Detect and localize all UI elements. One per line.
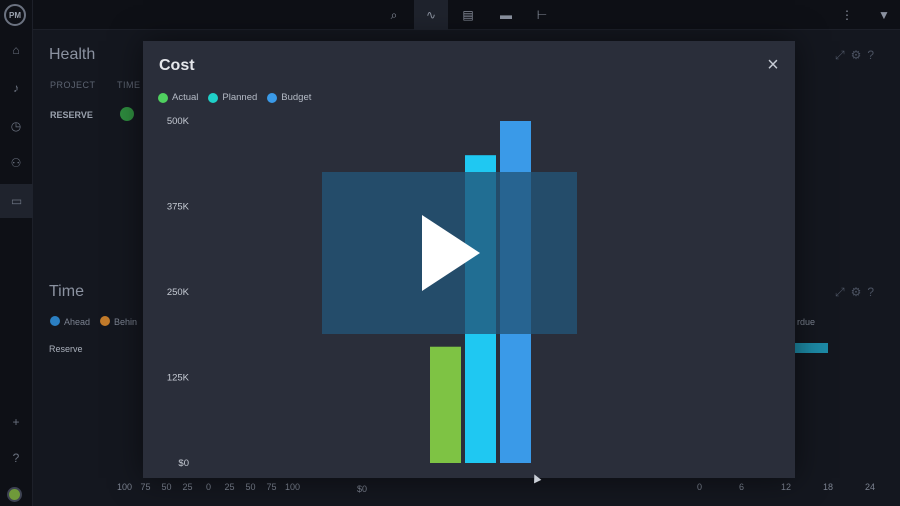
timeline-icon[interactable]: ▬ <box>497 6 515 24</box>
gear-icon[interactable]: ⚙ <box>851 285 862 300</box>
health-status-dot <box>120 107 134 121</box>
bar-actual[interactable] <box>430 346 461 463</box>
app-logo[interactable]: PM <box>4 4 26 26</box>
expand-icon[interactable]: ⤢ <box>835 285 845 300</box>
time-legend-ahead-dot <box>50 316 60 326</box>
health-row-label[interactable]: RESERVE <box>50 110 93 120</box>
pulse-icon[interactable]: ∿ <box>414 0 448 30</box>
gear-icon[interactable]: ⚙ <box>851 48 862 63</box>
time-left-axis: 100 75 50 25 0 25 50 75 100 <box>114 482 303 492</box>
clock-icon[interactable]: ◷ <box>8 118 24 134</box>
axis-tick: 75 <box>140 482 151 492</box>
team-icon[interactable]: ⚇ <box>8 155 24 171</box>
health-col-project: PROJECT <box>50 80 96 90</box>
axis-tick: 50 <box>161 482 172 492</box>
plus-icon[interactable]: + <box>8 414 24 430</box>
play-icon[interactable] <box>422 215 480 291</box>
time-legend-overdue: rdue <box>797 317 816 327</box>
briefcase-icon[interactable]: ▭ <box>0 184 33 218</box>
health-col-time: TIME <box>117 80 141 90</box>
axis-tick: 25 <box>182 482 193 492</box>
time-row-label[interactable]: Reserve <box>49 344 83 354</box>
axis-tick: 24 <box>865 482 876 492</box>
axis-tick: 0 <box>205 482 211 492</box>
axis-tick: 12 <box>781 482 792 492</box>
y-tick-label: 500K <box>167 116 190 127</box>
home-icon[interactable]: ⌂ <box>8 42 24 58</box>
search-doc-icon[interactable]: ⌕ <box>385 6 403 24</box>
y-tick-label: $0 <box>178 458 189 469</box>
workflow-icon[interactable]: ⊢ <box>533 6 551 24</box>
y-tick-label: 250K <box>167 287 190 298</box>
axis-tick: 100 <box>116 482 133 492</box>
clipboard-icon[interactable]: ▤ <box>459 6 477 24</box>
video-play-overlay[interactable] <box>322 172 577 334</box>
left-rail: PM ⌂ ♪ ◷ ⚇ ▭ + ? <box>0 0 33 506</box>
help-icon[interactable]: ? <box>867 285 874 300</box>
expand-icon[interactable]: ⤢ <box>835 48 845 63</box>
axis-tick: 6 <box>739 482 745 492</box>
time-panel-tools: ⤢ ⚙ ? <box>835 285 874 300</box>
axis-tick: 100 <box>284 482 301 492</box>
health-panel-title: Health <box>49 46 96 63</box>
avatar[interactable] <box>7 487 22 502</box>
time-legend-ahead: Ahead <box>64 317 91 327</box>
more-icon[interactable]: ⋮ <box>838 6 856 24</box>
health-panel-tools: ⤢ ⚙ ? <box>835 48 874 63</box>
axis-tick: 75 <box>266 482 277 492</box>
time-legend-behind-dot <box>100 316 110 326</box>
time-right-axis: 0 6 12 18 24 <box>697 482 900 492</box>
axis-tick: 50 <box>245 482 256 492</box>
y-tick-label: 125K <box>167 373 190 384</box>
y-tick-label: 375K <box>167 202 190 213</box>
cost-bottom-axis-zero: $0 <box>357 484 368 494</box>
time-legend-behind: Behin <box>114 317 138 327</box>
axis-tick: 18 <box>823 482 834 492</box>
help-icon[interactable]: ? <box>8 450 24 466</box>
top-bar: ⌕ ∿ ▤ ▬ ⊢ ⋮ ▼ <box>33 0 900 30</box>
axis-tick: 25 <box>224 482 235 492</box>
axis-tick: 0 <box>697 482 703 492</box>
filter-icon[interactable]: ▼ <box>875 6 893 24</box>
help-icon[interactable]: ? <box>867 48 874 63</box>
time-overdue-bar <box>795 343 828 353</box>
bell-icon[interactable]: ♪ <box>8 80 24 96</box>
time-panel-title: Time <box>49 283 84 300</box>
